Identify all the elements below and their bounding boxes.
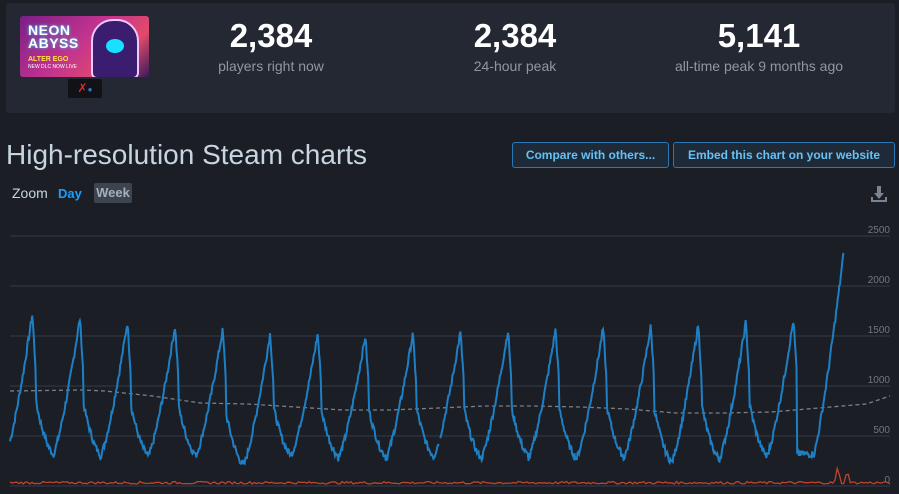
y-tick-label: 0 [884, 475, 890, 486]
game-capsule-image[interactable]: NEON ABYSS ALTER EGO NEW DLC NOW LIVE [20, 16, 149, 77]
chart-gridlines [10, 235, 890, 487]
logo-line-2: ABYSS [28, 35, 79, 51]
download-icon[interactable] [869, 184, 889, 204]
logo-subtitle: ALTER EGO [28, 56, 69, 63]
game-logo-text: NEON ABYSS [28, 23, 79, 51]
platform-badge: ✗● [68, 79, 102, 98]
y-tick-label: 500 [873, 425, 890, 436]
y-tick-label: 1500 [868, 325, 891, 336]
stat-value: 2,384 [473, 17, 557, 54]
hero-visor [106, 39, 124, 53]
players-line-segment-2 [439, 252, 845, 466]
y-axis-labels: 0 500 1000 1500 2000 2500 [868, 225, 891, 486]
logo-subtitle-2: NEW DLC NOW LIVE [28, 64, 77, 70]
y-tick-label: 1000 [868, 375, 891, 386]
stat-current-players: 2,384 players right now [166, 17, 376, 75]
stat-label: players right now [218, 58, 324, 74]
stat-all-time-peak: 5,141 all-time peak 9 months ago [654, 17, 864, 75]
stat-label: all-time peak 9 months ago [674, 58, 844, 74]
stats-bar: NEON ABYSS ALTER EGO NEW DLC NOW LIVE ✗●… [6, 3, 895, 113]
y-tick-label: 2500 [868, 225, 891, 236]
stat-label: 24-hour peak [473, 58, 557, 74]
zoom-week-button[interactable]: Week [94, 183, 132, 203]
platform-apple-icon: ● [87, 85, 93, 94]
twitch-viewers-line [9, 465, 891, 485]
page-title: High-resolution Steam charts [6, 139, 368, 170]
stat-value: 5,141 [717, 17, 801, 54]
y-tick-label: 2000 [868, 275, 891, 286]
stat-24h-peak: 2,384 24-hour peak [410, 17, 620, 75]
zoom-label: Zoom [12, 185, 48, 201]
stat-value: 2,384 [229, 17, 313, 54]
platform-x-icon: ✗ [77, 81, 88, 95]
compare-button[interactable]: Compare with others... [512, 142, 669, 168]
embed-chart-button[interactable]: Embed this chart on your website [673, 142, 895, 168]
player-count-chart[interactable]: 0 500 1000 1500 2000 2500 [0, 210, 899, 494]
hero-character-art [91, 19, 139, 77]
zoom-day-button[interactable]: Day [58, 186, 82, 201]
